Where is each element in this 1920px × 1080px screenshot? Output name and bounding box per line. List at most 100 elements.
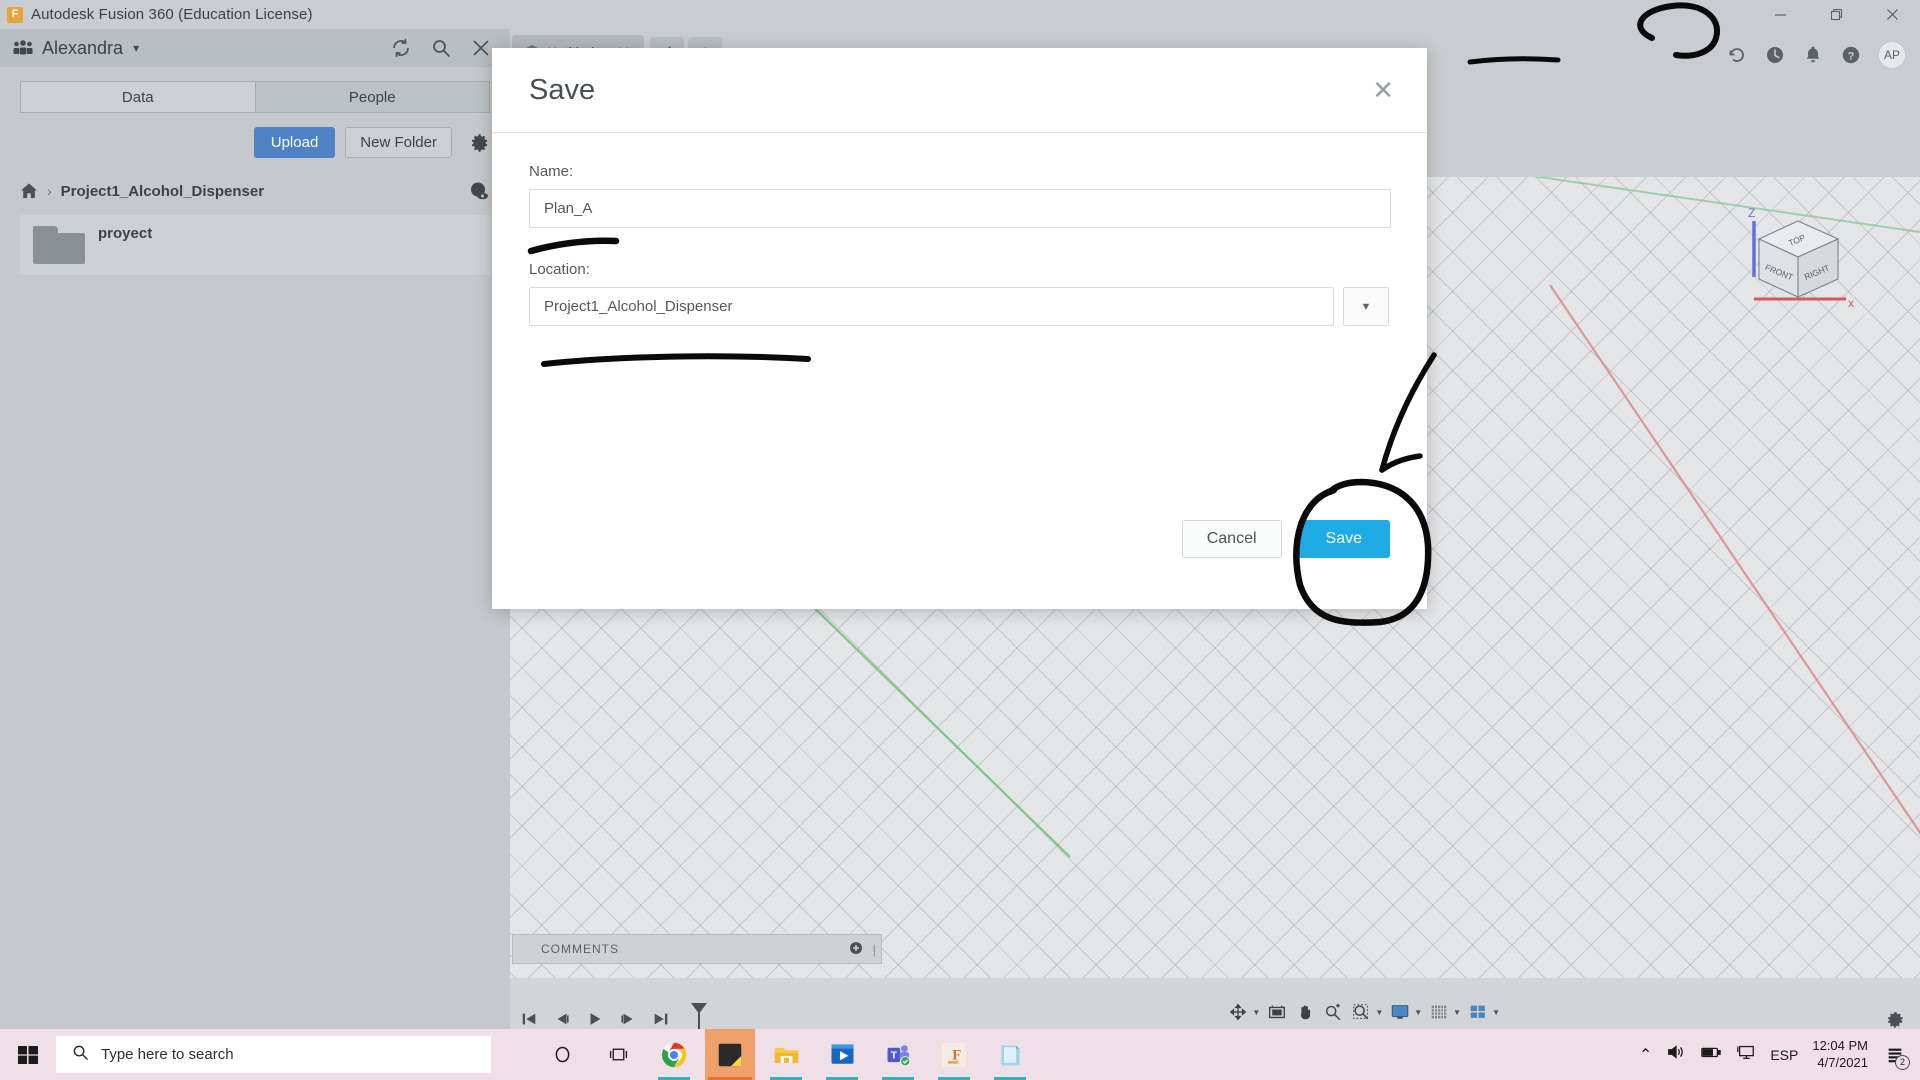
notepad-icon[interactable] — [985, 1029, 1035, 1080]
close-panel-icon[interactable] — [470, 37, 492, 59]
windows-start-icon[interactable] — [0, 1029, 56, 1080]
dialog-body: Name: Plan_A Location: Project1_Alcohol_… — [492, 133, 1427, 326]
clock[interactable]: 12:04 PM 4/7/2021 — [1812, 1038, 1868, 1071]
fusion360-icon[interactable]: F — [929, 1029, 979, 1080]
resize-grip-icon[interactable]: | — [873, 942, 876, 957]
dialog-header: Save ✕ — [492, 48, 1427, 133]
microsoft-teams-icon[interactable]: T — [873, 1029, 923, 1080]
window-controls — [1752, 0, 1920, 29]
location-input[interactable]: Project1_Alcohol_Dispenser — [529, 287, 1334, 326]
save-dialog: Save ✕ Name: Plan_A Location: Project1_A… — [492, 48, 1427, 609]
tray-expand-chevron-icon[interactable]: ⌃ — [1639, 1045, 1652, 1065]
notification-count-badge: 2 — [1895, 1055, 1910, 1070]
orbit-icon[interactable]: ▼ — [1227, 1001, 1260, 1023]
location-row: Project1_Alcohol_Dispenser ▼ — [529, 287, 1390, 326]
step-back-icon[interactable] — [551, 1008, 573, 1030]
breadcrumb-current-project[interactable]: Project1_Alcohol_Dispenser — [61, 183, 264, 200]
play-icon[interactable] — [584, 1008, 606, 1030]
dialog-title: Save — [529, 74, 595, 107]
location-dropdown-button[interactable]: ▼ — [1343, 287, 1389, 326]
search-input[interactable]: Type here to search — [56, 1036, 491, 1073]
globe-visibility-icon[interactable] — [468, 180, 490, 202]
name-input[interactable]: Plan_A — [529, 189, 1391, 228]
folder-icon — [20, 215, 98, 275]
display-settings-icon[interactable]: ▼ — [1389, 1001, 1422, 1023]
gear-icon[interactable] — [468, 132, 490, 154]
data-panel: Alexandra ▾ — [0, 29, 510, 1051]
speaker-icon[interactable] — [1666, 1042, 1686, 1067]
data-panel-actions: Upload New Folder — [20, 127, 490, 158]
chevron-down-icon[interactable]: ▾ — [133, 41, 139, 55]
close-window-button[interactable] — [1864, 0, 1920, 29]
tab-data[interactable]: Data — [20, 81, 255, 113]
pan-icon[interactable] — [1294, 1001, 1316, 1023]
file-explorer-icon[interactable] — [761, 1029, 811, 1080]
hub-name[interactable]: Alexandra — [42, 38, 123, 59]
grid-snap-icon[interactable]: ▼ — [1428, 1001, 1461, 1023]
go-to-beginning-icon[interactable] — [518, 1008, 540, 1030]
maximize-restore-button[interactable] — [1808, 0, 1864, 29]
window-title-bar: F Autodesk Fusion 360 (Education License… — [0, 0, 1920, 29]
fusion360-application-window: F Autodesk Fusion 360 (Education License… — [0, 0, 1920, 1080]
display-icon[interactable] — [1736, 1042, 1756, 1067]
name-field-label: Name: — [529, 163, 1390, 180]
search-icon — [72, 1044, 89, 1066]
add-comment-icon[interactable] — [849, 941, 863, 958]
sticky-notes-icon[interactable] — [705, 1029, 755, 1080]
undo-redo-icon[interactable] — [1726, 44, 1748, 66]
task-view-icon[interactable] — [593, 1029, 643, 1080]
viewports-icon[interactable]: ▼ — [1467, 1001, 1500, 1023]
list-item-label: proyect — [98, 215, 152, 275]
home-icon[interactable] — [20, 182, 38, 200]
go-to-end-icon[interactable] — [650, 1008, 672, 1030]
zoom-window-icon[interactable]: ▼ — [1350, 1001, 1383, 1023]
refresh-icon[interactable] — [390, 37, 412, 59]
search-icon[interactable] — [430, 37, 452, 59]
comments-bar[interactable]: COMMENTS | — [512, 934, 882, 964]
look-at-icon[interactable] — [1266, 1001, 1288, 1023]
battery-icon[interactable] — [1700, 1042, 1722, 1067]
taskbar-app-icons: T F — [537, 1029, 1035, 1080]
svg-text:T: T — [890, 1051, 897, 1062]
comments-label: COMMENTS — [541, 942, 619, 956]
tab-people-label: People — [349, 89, 396, 106]
list-item[interactable]: proyect — [20, 215, 490, 275]
svg-text:x: x — [1848, 296, 1854, 310]
step-forward-icon[interactable] — [617, 1008, 639, 1030]
breadcrumb-separator: › — [47, 183, 52, 199]
dialog-resize-grip-icon[interactable]: ⠿ — [1415, 592, 1422, 605]
top-right-icons: ? AP — [1726, 41, 1920, 69]
data-panel-header: Alexandra ▾ — [0, 29, 510, 67]
clock-date: 4/7/2021 — [1812, 1055, 1868, 1071]
tab-people[interactable]: People — [255, 81, 491, 113]
language-indicator[interactable]: ESP — [1770, 1047, 1798, 1063]
windows-taskbar: Type here to search — [0, 1029, 1920, 1080]
dialog-footer: Cancel Save ⠿ — [492, 469, 1427, 609]
svg-text:?: ? — [1848, 50, 1855, 62]
action-center-icon[interactable]: 2 — [1882, 1042, 1908, 1068]
close-icon[interactable]: ✕ — [1372, 77, 1394, 103]
movies-tv-icon[interactable] — [817, 1029, 867, 1080]
cancel-button[interactable]: Cancel — [1182, 520, 1282, 558]
cortana-icon[interactable] — [537, 1029, 587, 1080]
save-button[interactable]: Save — [1298, 520, 1390, 558]
help-question-icon[interactable]: ? — [1840, 44, 1862, 66]
data-panel-header-icons — [390, 37, 504, 59]
upload-button[interactable]: Upload — [254, 127, 336, 158]
avatar[interactable]: AP — [1878, 41, 1906, 69]
search-placeholder: Type here to search — [101, 1046, 234, 1063]
notifications-bell-icon[interactable] — [1802, 44, 1824, 66]
svg-text:F: F — [952, 1047, 961, 1063]
new-folder-button[interactable]: New Folder — [345, 127, 452, 158]
viewport-settings-gear-icon[interactable] — [1884, 1009, 1906, 1031]
tab-data-label: Data — [122, 89, 154, 106]
clock-time: 12:04 PM — [1812, 1038, 1868, 1054]
chrome-icon[interactable] — [649, 1029, 699, 1080]
navigation-bar: ▼ — [1227, 1001, 1500, 1023]
job-status-clock-icon[interactable] — [1764, 44, 1786, 66]
location-field-label: Location: — [529, 261, 1390, 278]
view-cube[interactable]: Z x TOP FRONT RIGHT — [1726, 199, 1876, 329]
zoom-icon[interactable] — [1322, 1001, 1344, 1023]
data-panel-tabs: Data People — [20, 81, 490, 113]
minimize-button[interactable] — [1752, 0, 1808, 29]
